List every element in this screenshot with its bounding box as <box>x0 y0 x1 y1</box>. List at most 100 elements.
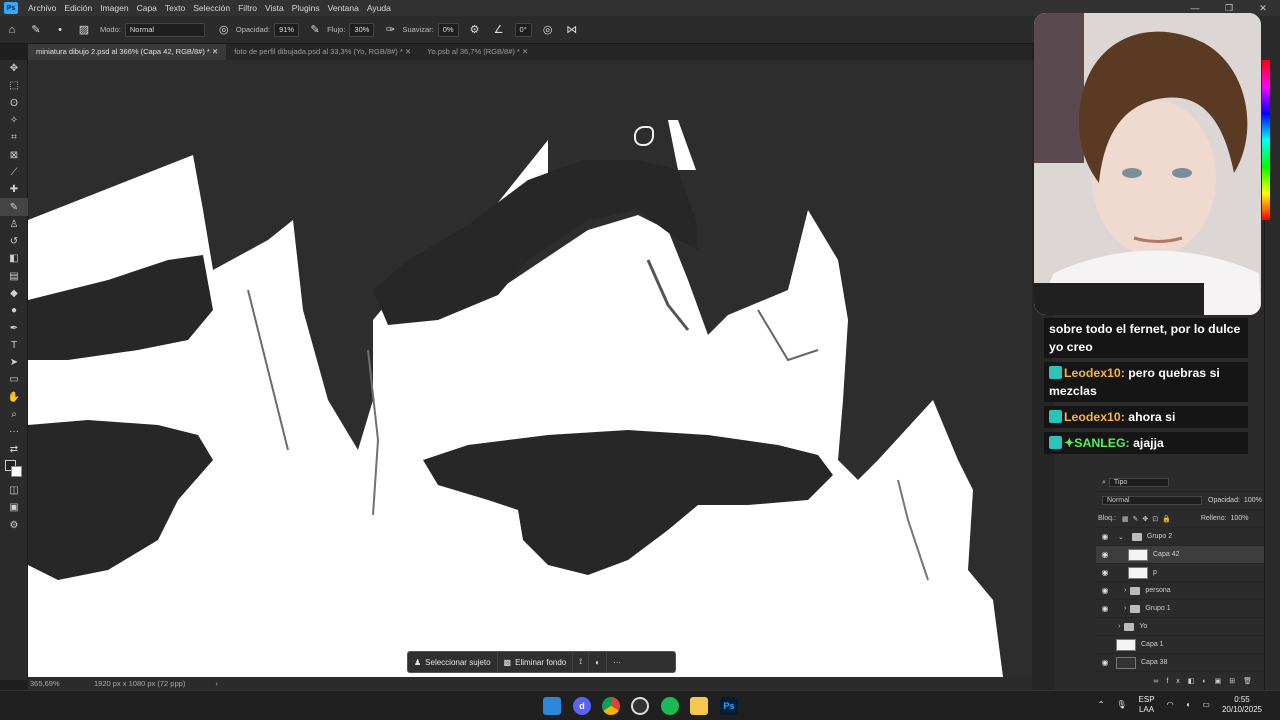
menu-ayuda[interactable]: Ayuda <box>363 3 395 13</box>
eraser-tool-icon[interactable]: ◧ <box>0 250 28 267</box>
layer-row-capa-1[interactable]: Capa 1 <box>1096 636 1264 654</box>
layer-row-capa-42[interactable]: ◉ Capa 42 <box>1096 546 1264 564</box>
marquee-tool-icon[interactable]: ⬚ <box>0 77 28 94</box>
gradient-tool-icon[interactable]: ▤ <box>0 268 28 285</box>
eye-icon[interactable]: ◉ <box>1096 568 1114 577</box>
chevron-up-icon[interactable]: ⌃ <box>1092 700 1111 710</box>
select-subject-button[interactable]: ♟ Seleccionar sujeto <box>408 651 498 673</box>
tab-foto-perfil[interactable]: foto de perfil dibujada.psd al 33,3% (Yo… <box>226 44 419 60</box>
obs-icon[interactable] <box>631 697 649 715</box>
brush-preset-icon[interactable]: ✎ <box>27 21 45 39</box>
flow-input[interactable]: 30% <box>349 22 375 37</box>
chevron-right-icon[interactable]: › <box>1124 587 1126 594</box>
wifi-icon[interactable]: ◠ <box>1161 700 1180 710</box>
blend-mode-select[interactable]: Normal <box>1102 496 1202 505</box>
brush-tool-icon[interactable]: ✎ <box>0 198 28 216</box>
transform-button[interactable]: ⟟ <box>573 651 590 673</box>
menu-vista[interactable]: Vista <box>261 3 288 13</box>
blur-tool-icon[interactable]: ◆ <box>0 285 28 302</box>
spotify-icon[interactable] <box>661 697 679 715</box>
chevron-right-icon[interactable]: › <box>1124 605 1126 612</box>
layer-row-p[interactable]: ◉ p <box>1096 564 1264 582</box>
menu-ventana[interactable]: Ventana <box>324 3 363 13</box>
more-tools-icon[interactable]: ··· <box>0 423 28 440</box>
swap-colors-icon[interactable]: ⇄ <box>0 441 28 458</box>
lock-icons[interactable]: ▦✎✥⊡🔒 <box>1122 515 1175 523</box>
home-icon[interactable]: ⌂ <box>3 21 21 39</box>
tab-miniatura[interactable]: miniatura dibujo 2.psd al 366% (Capa 42,… <box>28 44 227 60</box>
layer-actions-icons[interactable]: ∞fx◧◐▣⊞🗑 <box>1153 677 1260 685</box>
eye-icon[interactable]: ◉ <box>1096 604 1114 613</box>
language-indicator[interactable]: ESP LAA <box>1133 695 1161 715</box>
opacity-pressure-icon[interactable]: ◎ <box>215 21 233 39</box>
discord-icon[interactable]: d <box>573 697 591 715</box>
clock[interactable]: 0:55 20/10/2025 <box>1216 695 1268 715</box>
pen-tool-icon[interactable]: ✒ <box>0 319 28 336</box>
photoshop-taskbar-icon[interactable]: Ps <box>720 697 738 715</box>
edit-toolbar-icon[interactable]: ⚙ <box>0 516 28 533</box>
mode-select[interactable]: Normal <box>124 22 205 37</box>
eyedropper-tool-icon[interactable]: ⟋ <box>0 164 28 181</box>
windows-start-icon[interactable] <box>543 697 561 715</box>
menu-edicion[interactable]: Edición <box>60 3 96 13</box>
menu-imagen[interactable]: Imagen <box>96 3 132 13</box>
battery-icon[interactable]: ▭ <box>1196 700 1216 710</box>
rectangle-tool-icon[interactable]: ▭ <box>0 371 28 388</box>
quick-mask-icon[interactable]: ◫ <box>0 482 28 499</box>
volume-icon[interactable]: ◖ <box>1180 700 1197 710</box>
move-tool-icon[interactable]: ✥ <box>0 60 28 77</box>
microphone-icon[interactable]: 🎙 <box>1110 700 1132 710</box>
pressure-size-icon[interactable]: ◎ <box>539 21 557 39</box>
crop-tool-icon[interactable]: ⌗ <box>0 129 28 146</box>
mask-button[interactable]: ◐ <box>589 651 608 673</box>
stamp-tool-icon[interactable]: ♙ <box>0 216 28 233</box>
color-spectrum[interactable] <box>1262 60 1270 220</box>
file-explorer-icon[interactable] <box>690 697 708 715</box>
menu-archivo[interactable]: Archivo <box>24 3 60 13</box>
chrome-icon[interactable] <box>602 697 620 715</box>
menu-seleccion[interactable]: Selección <box>189 3 234 13</box>
quick-select-tool-icon[interactable]: ✧ <box>0 112 28 129</box>
lasso-tool-icon[interactable]: ʘ <box>0 95 28 112</box>
history-brush-icon[interactable]: ↺ <box>0 233 28 250</box>
menu-filtro[interactable]: Filtro <box>234 3 261 13</box>
healing-tool-icon[interactable]: ✚ <box>0 181 28 198</box>
layer-row-persona[interactable]: ◉ › persona <box>1096 582 1264 600</box>
dodge-tool-icon[interactable]: ● <box>0 302 28 319</box>
brush-size-icon[interactable]: • <box>51 21 69 39</box>
menu-capa[interactable]: Capa <box>133 3 161 13</box>
screen-mode-icon[interactable]: ▣ <box>0 499 28 516</box>
chevron-right-icon[interactable]: › <box>1118 623 1120 630</box>
canvas[interactable] <box>28 60 1032 677</box>
remove-background-button[interactable]: ▩ Eliminar fondo <box>498 651 574 673</box>
eye-icon[interactable]: ◉ <box>1096 586 1114 595</box>
opacity-input[interactable]: 91% <box>274 22 300 37</box>
zoom-level[interactable]: 365,69% <box>30 679 92 688</box>
chevron-right-icon[interactable]: › <box>215 679 218 688</box>
type-tool-icon[interactable]: T <box>0 337 28 354</box>
symmetry-icon[interactable]: ⋈ <box>563 21 581 39</box>
hand-tool-icon[interactable]: ✋ <box>0 389 28 406</box>
chevron-down-icon[interactable]: ⌄ <box>1118 533 1124 541</box>
fill-input[interactable]: 100% <box>1231 515 1249 522</box>
color-swatches-icon[interactable] <box>0 458 28 482</box>
menu-texto[interactable]: Texto <box>161 3 189 13</box>
layer-row-grupo-2[interactable]: ◉ ⌄ Grupo 2 <box>1096 528 1264 546</box>
zoom-tool-icon[interactable]: ⌕ <box>0 406 28 423</box>
layer-row-capa-38[interactable]: ◉ Capa 38 <box>1096 654 1264 672</box>
eye-icon[interactable]: ◉ <box>1096 532 1114 541</box>
smoothing-input[interactable]: 0% <box>437 22 459 37</box>
eye-icon[interactable]: ◉ <box>1096 550 1114 559</box>
layer-row-yo[interactable]: › Yo <box>1096 618 1264 636</box>
menu-plugins[interactable]: Plugins <box>288 3 324 13</box>
angle-icon[interactable]: ∠ <box>490 21 508 39</box>
brush-settings-icon[interactable]: ▨ <box>75 21 93 39</box>
gear-icon[interactable]: ⚙ <box>466 21 484 39</box>
more-options-button[interactable]: ··· <box>607 651 627 673</box>
frame-tool-icon[interactable]: ⊠ <box>0 146 28 163</box>
layer-opacity-input[interactable]: 100% <box>1244 497 1262 504</box>
layer-row-grupo-1[interactable]: ◉ › Grupo 1 <box>1096 600 1264 618</box>
path-select-tool-icon[interactable]: ➤ <box>0 354 28 371</box>
flow-icon[interactable]: ✎ <box>306 21 324 39</box>
layer-filter-select[interactable]: Tipo <box>1108 478 1169 487</box>
